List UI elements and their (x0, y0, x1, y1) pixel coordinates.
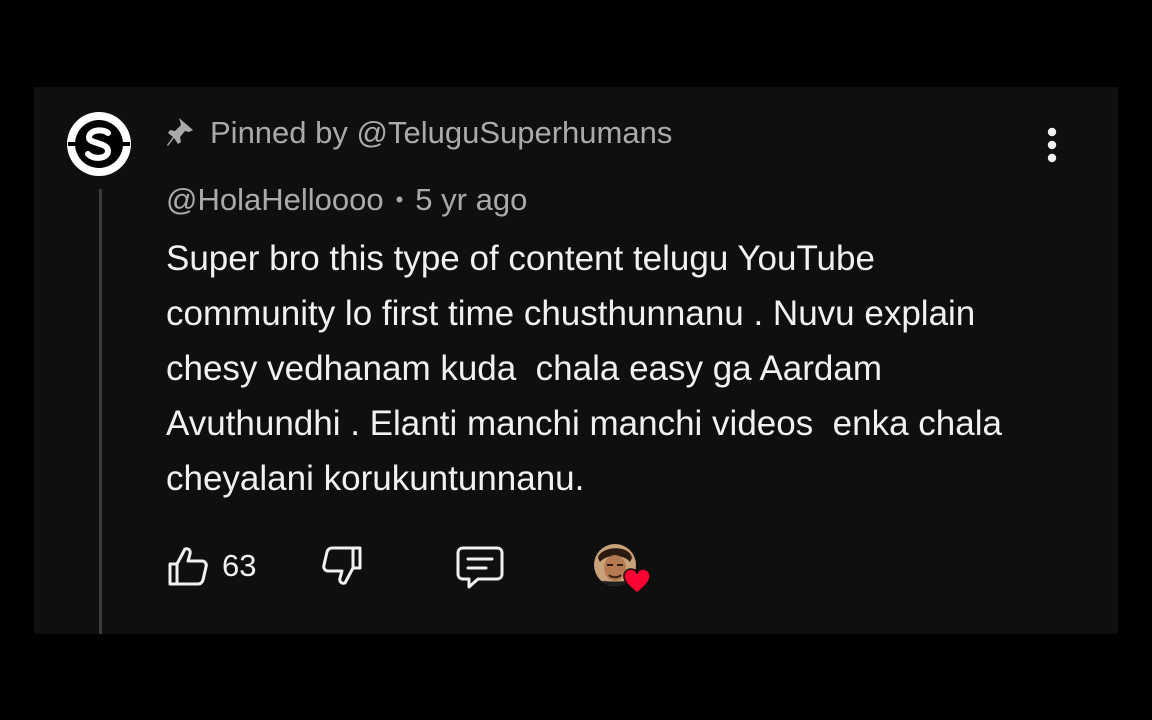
pinned-badge: Pinned by @TeluguSuperhumans (166, 113, 672, 153)
thread-line (99, 189, 102, 634)
comment-meta: @HolaHelloooo • 5 yr ago (166, 180, 527, 220)
creator-heart-badge (594, 544, 654, 596)
thumbs-up-icon (168, 547, 208, 586)
like-button[interactable]: 63 (166, 544, 256, 588)
comment-card: Pinned by @TeluguSuperhumans @HolaHelloo… (34, 87, 1118, 634)
pinned-label: Pinned by @TeluguSuperhumans (210, 115, 673, 150)
dislike-button[interactable] (320, 544, 364, 593)
more-options-button[interactable] (1034, 123, 1070, 167)
like-count: 63 (222, 548, 257, 583)
comment-text: Super bro this type of content telugu Yo… (166, 239, 1012, 498)
heart-icon (623, 568, 651, 594)
pin-icon (166, 116, 196, 150)
author-avatar[interactable] (66, 111, 132, 177)
meta-separator: • (395, 187, 404, 212)
comment-reply-icon (456, 546, 504, 589)
author-handle[interactable]: @HolaHelloooo (166, 182, 384, 218)
more-vertical-icon (1047, 127, 1057, 163)
thumbs-down-icon (322, 546, 362, 585)
comment-actions: 63 (166, 542, 686, 595)
comment-timestamp[interactable]: 5 yr ago (415, 182, 527, 218)
reply-button[interactable] (456, 544, 504, 595)
channel-logo-s-icon (67, 112, 131, 176)
